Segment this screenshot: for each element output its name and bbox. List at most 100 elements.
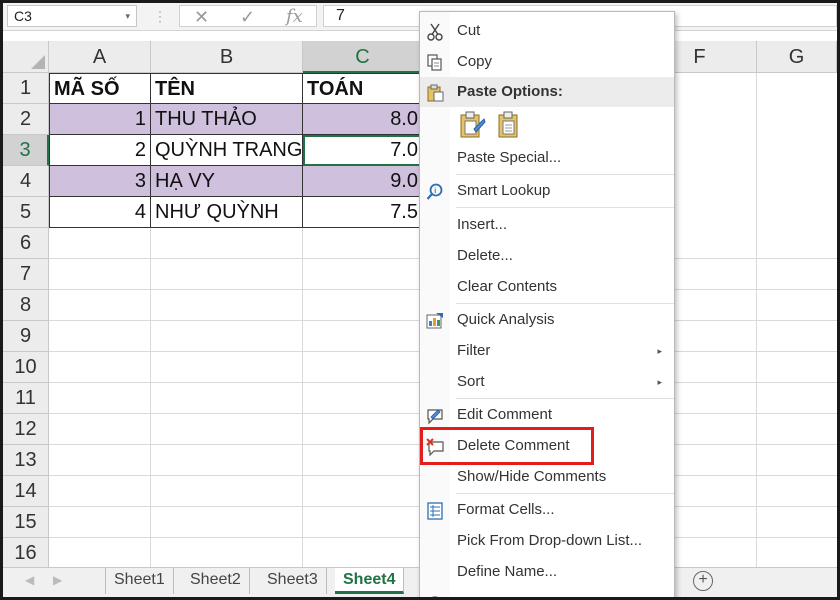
row-header-5[interactable]: 5 bbox=[3, 197, 49, 228]
row-header-4[interactable]: 4 bbox=[3, 166, 49, 197]
row-header-10[interactable]: 10 bbox=[3, 352, 49, 383]
column-header-c[interactable]: C bbox=[303, 41, 423, 73]
chevron-down-icon[interactable]: ▾ bbox=[125, 6, 130, 26]
menu-item-hyperlink-partial[interactable] bbox=[420, 588, 674, 597]
paste-keep-formatting-icon[interactable] bbox=[458, 111, 486, 139]
svg-text:i: i bbox=[434, 188, 436, 195]
menu-item-insert[interactable]: Insert... bbox=[420, 210, 674, 240]
paste-icon bbox=[426, 83, 444, 102]
menu-item-label: Paste Special... bbox=[457, 149, 562, 166]
sheet-tab-sheet1[interactable]: Sheet1 bbox=[105, 568, 174, 594]
sheet-tab-sheet2[interactable]: Sheet2 bbox=[182, 568, 250, 594]
row-header-7[interactable]: 7 bbox=[3, 259, 49, 290]
prev-sheet-icon[interactable]: ◀ bbox=[25, 573, 34, 587]
format-cells-icon bbox=[426, 501, 444, 520]
menu-item-show-hide-comments[interactable]: Show/Hide Comments bbox=[420, 462, 674, 492]
table-header-cell[interactable]: TÊN bbox=[151, 73, 303, 104]
sheet-tab-sheet3[interactable]: Sheet3 bbox=[259, 568, 327, 594]
menu-item-cut[interactable]: Cut bbox=[420, 16, 674, 46]
menu-item-label: Smart Lookup bbox=[457, 182, 551, 199]
menu-separator bbox=[456, 398, 674, 399]
menu-item-copy[interactable]: Copy bbox=[420, 47, 674, 77]
menu-item-label: Insert... bbox=[457, 216, 508, 233]
menu-item-delete[interactable]: Delete... bbox=[420, 241, 674, 271]
table-header-cell[interactable]: TOÁN bbox=[303, 73, 423, 104]
menu-item-label: Edit Comment bbox=[457, 406, 553, 423]
menu-item-quick-analysis[interactable]: Quick Analysis bbox=[420, 305, 674, 335]
row-header-3[interactable]: 3 bbox=[3, 135, 49, 166]
search-icon: i bbox=[426, 182, 444, 200]
table-cell[interactable]: QUỲNH TRANG bbox=[151, 135, 303, 166]
column-header-b[interactable]: B bbox=[151, 41, 303, 73]
menu-separator bbox=[456, 207, 674, 208]
delete-comment-highlight bbox=[420, 427, 594, 465]
scissors-icon bbox=[426, 22, 444, 41]
formula-buttons: ✕ ✓ fx bbox=[179, 5, 317, 27]
table-cell[interactable]: 4 bbox=[49, 197, 151, 228]
table-cell[interactable]: 7.5 bbox=[303, 197, 423, 228]
hyperlink-icon bbox=[426, 594, 444, 597]
more-options-icon: ⋮ bbox=[153, 8, 167, 24]
insert-function-icon[interactable]: fx bbox=[286, 6, 303, 28]
row-header-12[interactable]: 12 bbox=[3, 414, 49, 445]
table-cell[interactable]: 2 bbox=[49, 135, 151, 166]
paste-icon[interactable] bbox=[494, 111, 522, 139]
table-cell[interactable]: HẠ VY bbox=[151, 166, 303, 197]
name-box[interactable]: C3 ▾ bbox=[7, 5, 137, 27]
row-header-6[interactable]: 6 bbox=[3, 228, 49, 259]
enter-icon[interactable]: ✓ bbox=[240, 6, 255, 28]
menu-item-format-cells[interactable]: Format Cells... bbox=[420, 495, 674, 525]
menu-item-label: Filter bbox=[457, 342, 491, 359]
next-sheet-icon[interactable]: ▶ bbox=[53, 573, 62, 587]
select-all-button[interactable] bbox=[3, 41, 49, 73]
table-cell[interactable]: 8.0 bbox=[303, 104, 423, 135]
menu-item-label: Show/Hide Comments bbox=[457, 468, 607, 485]
menu-item-label: Format Cells... bbox=[457, 501, 555, 518]
table-header-cell[interactable]: MÃ SỐ bbox=[49, 73, 151, 104]
menu-item-pick-from-dropdown[interactable]: Pick From Drop-down List... bbox=[420, 526, 674, 556]
menu-item-label: Sort bbox=[457, 373, 485, 390]
table-cell[interactable]: 3 bbox=[49, 166, 151, 197]
row-header-16[interactable]: 16 bbox=[3, 538, 49, 569]
excel-window: C3 ▾ ⋮ ✕ ✓ fx 7 A B C D E F G 1 2 3 4 5 … bbox=[0, 0, 840, 600]
add-sheet-icon[interactable]: + bbox=[693, 571, 713, 591]
cancel-icon[interactable]: ✕ bbox=[194, 6, 209, 28]
row-header-8[interactable]: 8 bbox=[3, 290, 49, 321]
menu-item-label: Pick From Drop-down List... bbox=[457, 532, 643, 549]
table-cell[interactable]: 9.0 bbox=[303, 166, 423, 197]
row-header-15[interactable]: 15 bbox=[3, 507, 49, 538]
column-header-a[interactable]: A bbox=[49, 41, 151, 73]
edit-comment-icon bbox=[426, 406, 444, 425]
row-header-1[interactable]: 1 bbox=[3, 73, 49, 104]
menu-item-filter[interactable]: Filter ▸ bbox=[420, 336, 674, 366]
active-cell-outline bbox=[303, 135, 421, 166]
menu-separator bbox=[456, 174, 674, 175]
menu-item-define-name[interactable]: Define Name... bbox=[420, 557, 674, 587]
menu-separator bbox=[456, 493, 674, 494]
menu-item-sort[interactable]: Sort ▸ bbox=[420, 367, 674, 397]
select-all-triangle-icon bbox=[31, 55, 45, 69]
submenu-arrow-icon: ▸ bbox=[657, 377, 662, 387]
menu-item-label: Paste Options: bbox=[457, 83, 563, 100]
row-header-2[interactable]: 2 bbox=[3, 104, 49, 135]
column-header-g[interactable]: G bbox=[757, 41, 837, 73]
copy-icon bbox=[426, 53, 444, 71]
row-header-13[interactable]: 13 bbox=[3, 445, 49, 476]
table-cell[interactable]: NHƯ QUỲNH bbox=[151, 197, 303, 228]
table-cell[interactable]: 1 bbox=[49, 104, 151, 135]
table-cell[interactable]: THU THẢO bbox=[151, 104, 303, 135]
menu-item-label: Cut bbox=[457, 22, 481, 39]
row-header-9[interactable]: 9 bbox=[3, 321, 49, 352]
quick-analysis-icon bbox=[426, 311, 444, 329]
menu-item-label: Clear Contents bbox=[457, 278, 558, 295]
menu-item-clear-contents[interactable]: Clear Contents bbox=[420, 272, 674, 302]
sheet-tab-sheet4[interactable]: Sheet4 bbox=[335, 568, 405, 594]
menu-item-edit-comment[interactable]: Edit Comment bbox=[420, 400, 674, 430]
context-menu: Cut Copy Paste Options: Paste Special... bbox=[419, 11, 675, 597]
row-header-14[interactable]: 14 bbox=[3, 476, 49, 507]
menu-separator bbox=[456, 303, 674, 304]
name-box-value: C3 bbox=[14, 8, 32, 24]
row-header-11[interactable]: 11 bbox=[3, 383, 49, 414]
menu-item-smart-lookup[interactable]: i Smart Lookup bbox=[420, 176, 674, 206]
menu-item-paste-special[interactable]: Paste Special... bbox=[420, 143, 674, 173]
